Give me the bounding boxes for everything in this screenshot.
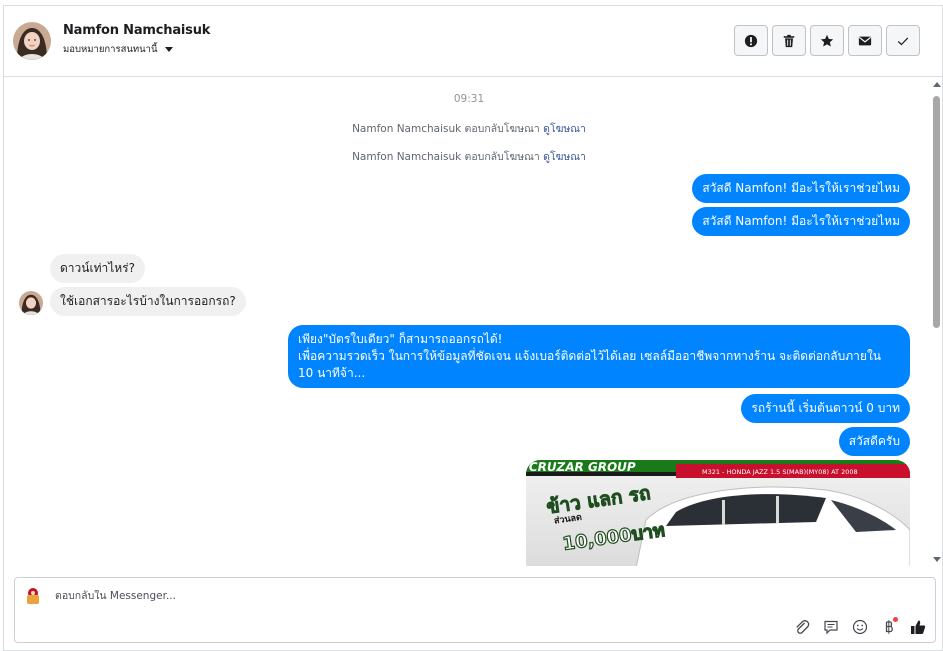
star-icon — [820, 34, 834, 47]
delete-button[interactable] — [772, 25, 806, 56]
conversation-actions — [734, 25, 920, 56]
promo-model-text: M321 - HONDA JAZZ 1.5 S(MAB)(MY08) AT 20… — [702, 468, 858, 476]
message-timestamp: 09:31 — [453, 93, 485, 105]
reply-composer — [14, 577, 936, 643]
notification-dot — [893, 617, 898, 622]
emoji-icon — [852, 619, 868, 635]
promo-image-message[interactable]: CRUZAR GROUP M321 - HONDA JAZZ 1.5 S(MAB… — [526, 460, 910, 566]
outgoing-message[interactable]: สวัสดี Namfon! มีอะไรให้เราช่วยไหม — [692, 207, 910, 236]
saved-reply-button[interactable] — [822, 618, 840, 636]
emoji-button[interactable] — [851, 618, 869, 636]
assign-conversation-dropdown[interactable]: มอบหมายการสนทนานี้ — [63, 42, 173, 57]
conversation-header: Namfon Namchaisuk มอบหมายการสนทนานี้ — [4, 6, 942, 77]
outgoing-message[interactable]: สวัสดี Namfon! มีอะไรให้เราช่วยไหม — [692, 174, 910, 203]
page-avatar — [22, 585, 44, 607]
chevron-down-icon — [164, 47, 173, 52]
ad-reply-notice: Namfon Namchaisuk ตอบกลับโฆษณา ดูโฆษณา — [352, 151, 586, 163]
like-button[interactable] — [909, 618, 927, 636]
star-button[interactable] — [810, 25, 844, 56]
scroll-up-arrow[interactable] — [933, 82, 941, 87]
conversation-panel: Namfon Namchaisuk มอบหมายการสนทนานี้ 09:… — [3, 5, 943, 651]
reply-input[interactable] — [55, 590, 655, 602]
payment-button[interactable] — [880, 617, 898, 636]
trash-icon — [783, 34, 795, 47]
scroll-down-arrow[interactable] — [933, 557, 941, 562]
view-ad-link[interactable]: ดูโฆษณา — [543, 123, 586, 135]
outgoing-message[interactable]: สวัสดีครับ — [838, 427, 910, 456]
thread-scrollbar[interactable] — [931, 78, 941, 566]
check-icon — [897, 37, 909, 45]
composer-tools — [793, 617, 927, 636]
incoming-message[interactable]: ใช้เอกสารอะไรบ้างในการออกรถ? — [50, 287, 246, 316]
envelope-icon — [858, 36, 872, 45]
message-thread[interactable]: 09:31 Namfon Namchaisuk ตอบกลับโฆษณา ดูโ… — [4, 78, 941, 566]
promo-brand-text: CRUZAR GROUP — [528, 460, 637, 474]
mark-unread-button[interactable] — [848, 25, 882, 56]
ad-reply-notice: Namfon Namchaisuk ตอบกลับโฆษณา ดูโฆษณา — [352, 123, 586, 135]
contact-name: Namfon Namchaisuk — [63, 23, 211, 38]
thumbs-up-icon — [911, 620, 926, 634]
incoming-message[interactable]: ดาวน์เท่าไหร่? — [50, 254, 145, 283]
view-ad-link[interactable]: ดูโฆษณา — [543, 151, 586, 163]
mark-done-button[interactable] — [886, 25, 920, 56]
attach-button[interactable] — [793, 618, 811, 636]
paperclip-icon — [796, 620, 810, 634]
outgoing-message[interactable]: รถร้านนี้ เริ่มต้นดาวน์ 0 บาท — [741, 394, 910, 423]
exclamation-icon — [744, 34, 758, 47]
scroll-thumb[interactable] — [933, 96, 940, 328]
contact-avatar[interactable] — [13, 22, 51, 60]
outgoing-message[interactable]: เพียง"บัตรใบเดียว" ก็สามารถออกรถได้! เพื… — [288, 325, 910, 388]
saved-reply-icon — [824, 620, 838, 635]
mark-spam-button[interactable] — [734, 25, 768, 56]
contact-avatar-small — [19, 291, 43, 315]
assign-label: มอบหมายการสนทนานี้ — [63, 44, 158, 55]
